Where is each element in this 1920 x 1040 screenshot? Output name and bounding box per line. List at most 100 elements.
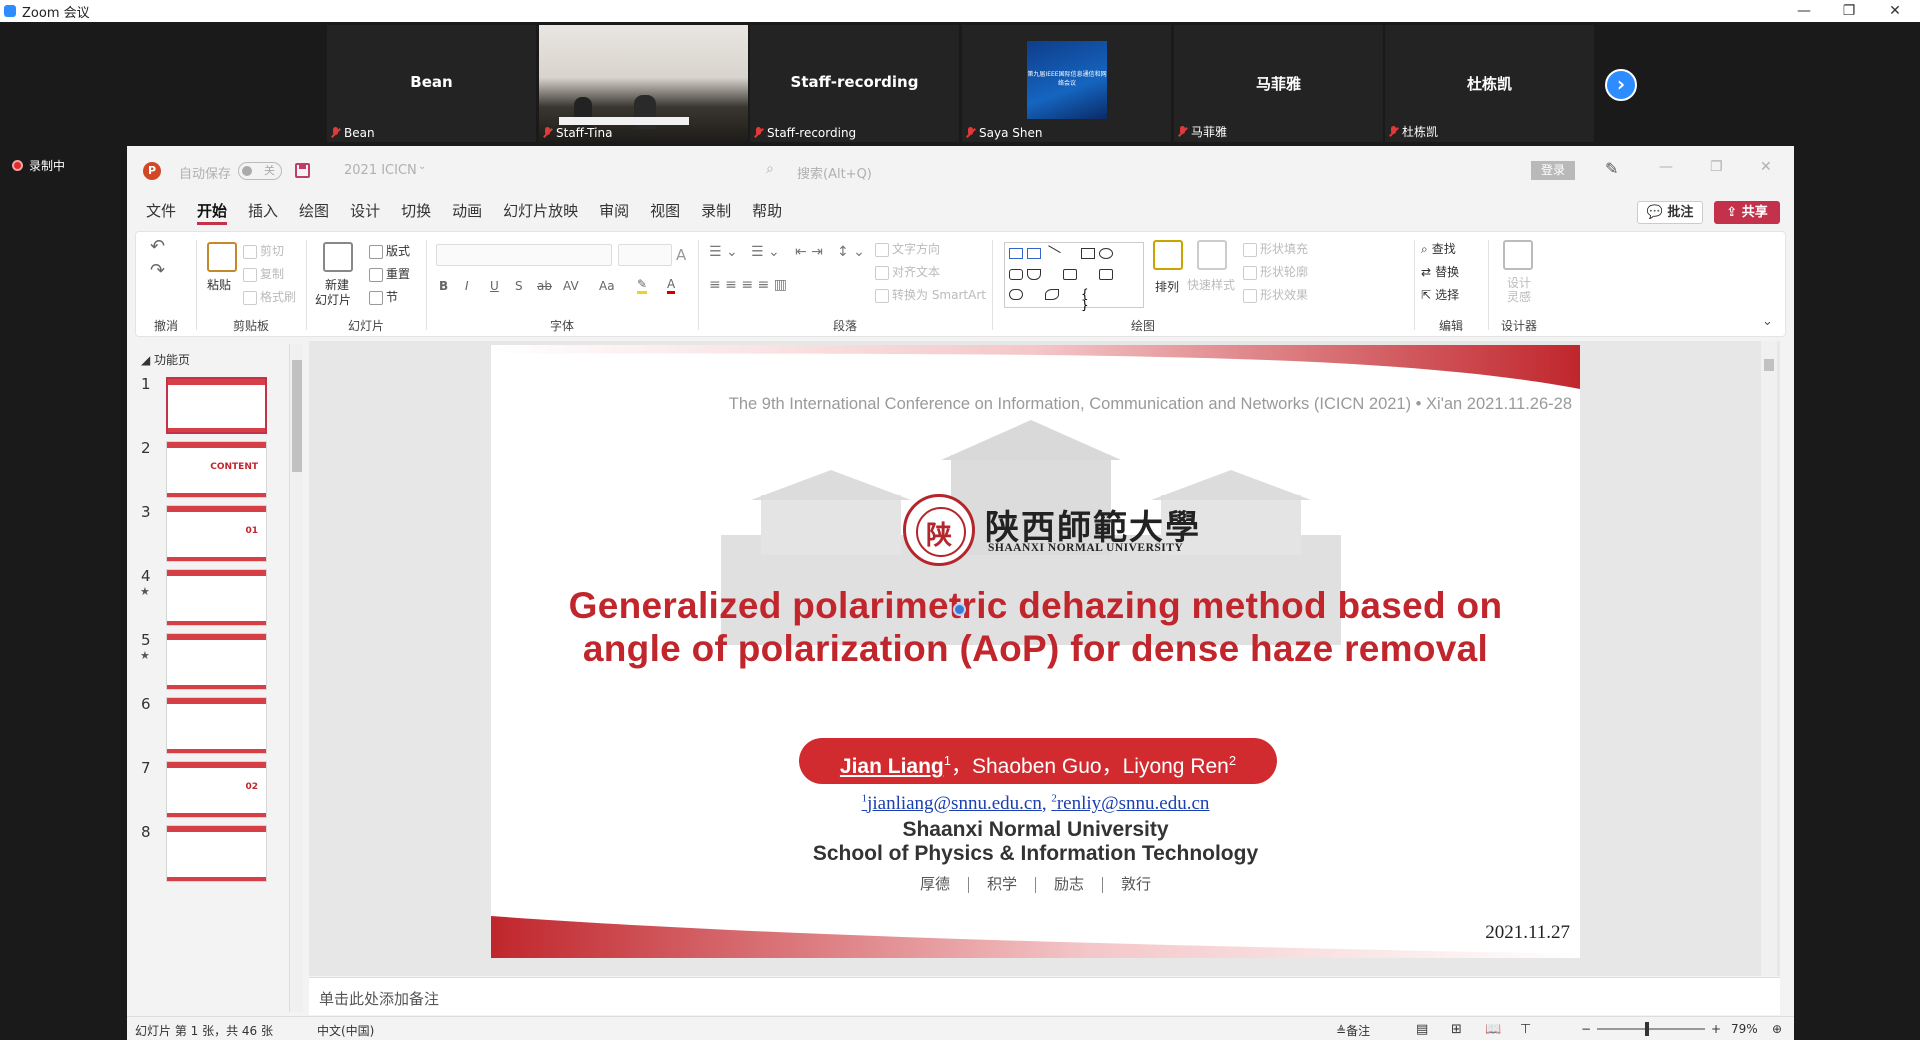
menu-tab[interactable]: 录制 (701, 196, 731, 226)
paste-icon[interactable] (207, 242, 237, 272)
collapse-ribbon-chevron-icon[interactable]: ⌄ (1762, 314, 1773, 329)
comments-button[interactable]: 💬 批注 (1637, 201, 1703, 224)
shape-outline-button[interactable]: 形状轮廓 (1243, 263, 1308, 280)
copy-button[interactable]: 复制 (243, 265, 284, 282)
email-link-2[interactable]: renliy@snnu.edu.cn (1057, 793, 1210, 814)
menu-tab[interactable]: 视图 (650, 196, 680, 226)
menu-tab[interactable]: 设计 (350, 196, 380, 226)
grow-font-icon[interactable]: A (676, 246, 686, 264)
arrange-icon[interactable] (1153, 240, 1183, 270)
menu-tab[interactable]: 审阅 (599, 196, 629, 226)
thumbnail-scrollbar[interactable] (289, 344, 303, 1012)
slide-sorter-icon[interactable]: ⊞ (1451, 1022, 1462, 1037)
slide-thumbnail[interactable]: 01 (166, 505, 267, 562)
participant-tile[interactable]: Staff-recording Staff-recording (750, 25, 959, 142)
slideshow-icon[interactable]: ⊤ (1520, 1022, 1531, 1037)
slide-thumbnail[interactable]: 02 (166, 761, 267, 818)
align-text-button[interactable]: 对齐文本 (875, 263, 940, 280)
line-spacing-icon[interactable]: ↕ ⌄ (837, 244, 865, 260)
undo-icon[interactable]: ↶ (150, 236, 165, 257)
bold-button[interactable]: B (439, 279, 448, 293)
select-button[interactable]: ⇱ 选择 (1421, 286, 1459, 303)
underline-button[interactable]: U (490, 279, 499, 293)
indent-icon[interactable]: ⇤ ⇥ (795, 244, 823, 260)
zoom-slider[interactable] (1597, 1022, 1705, 1036)
zoom-level[interactable]: 79% (1731, 1022, 1758, 1036)
font-size-select[interactable] (618, 244, 672, 266)
slide-thumbnail[interactable] (166, 633, 267, 690)
menu-tab[interactable]: 插入 (248, 196, 278, 226)
menu-tab[interactable]: 绘图 (299, 196, 329, 226)
participant-tile[interactable]: 杜栋凯 杜栋凯 (1385, 25, 1594, 142)
slide-scrollbar[interactable] (1761, 341, 1777, 976)
slide-thumbnail[interactable] (166, 569, 267, 626)
smartart-button[interactable]: 转换为 SmartArt (875, 286, 986, 303)
autosave-toggle[interactable]: 关 (238, 162, 282, 180)
document-name[interactable]: 2021 ICICN (344, 163, 417, 178)
format-painter-button[interactable]: 格式刷 (243, 288, 296, 305)
minimize-button[interactable]: — (1781, 0, 1827, 22)
share-button[interactable]: ⇪ 共享 (1714, 201, 1780, 224)
menu-tab[interactable]: 文件 (146, 196, 176, 226)
zoom-in-button[interactable]: + (1711, 1022, 1721, 1036)
menu-tab[interactable]: 动画 (452, 196, 482, 226)
slide-thumbnail[interactable]: CONTENT (166, 441, 267, 498)
language-indicator[interactable]: 中文(中国) (317, 1022, 374, 1039)
participant-tile[interactable]: Bean Bean (327, 25, 536, 142)
layout-button[interactable]: 版式 (369, 242, 410, 259)
find-button[interactable]: ⌕ 查找 (1421, 240, 1456, 257)
login-button[interactable]: 登录 (1531, 161, 1575, 180)
next-page-arrow-icon[interactable]: › (1605, 69, 1637, 101)
paste-button[interactable]: 粘贴 (207, 276, 231, 293)
numbering-icon[interactable]: ☰ ⌄ (751, 244, 780, 260)
font-name-select[interactable] (436, 244, 612, 266)
replace-button[interactable]: ⇄ 替换 (1421, 263, 1459, 280)
quick-styles-icon[interactable] (1197, 240, 1227, 270)
menu-tab[interactable]: 幻灯片放映 (503, 196, 578, 226)
italic-button[interactable]: I (465, 279, 469, 293)
shape-fill-button[interactable]: 形状填充 (1243, 240, 1308, 257)
bullets-icon[interactable]: ☰ ⌄ (709, 244, 738, 260)
quick-styles-button[interactable]: 快速样式 (1187, 276, 1235, 293)
shadow-button[interactable]: S (515, 279, 523, 293)
pen-icon[interactable]: ✎ (1605, 159, 1618, 178)
font-color-button[interactable]: A (667, 277, 676, 294)
participant-tile[interactable]: 第九届IEEE国际信息通信和网络会议 Saya Shen (962, 25, 1171, 142)
reset-button[interactable]: 重置 (369, 265, 410, 282)
change-case-button[interactable]: Aa (599, 279, 615, 293)
highlight-icon[interactable]: ✎ (637, 277, 648, 294)
char-spacing-button[interactable]: AV (563, 279, 579, 293)
save-icon[interactable] (295, 163, 310, 178)
zoom-out-button[interactable]: − (1581, 1022, 1591, 1036)
arrange-button[interactable]: 排列 (1155, 278, 1179, 295)
slide-thumbnail[interactable] (166, 825, 267, 882)
cut-button[interactable]: 剪切 (243, 242, 284, 259)
menu-tab[interactable]: 开始 (197, 196, 228, 226)
fit-to-window-icon[interactable]: ⊕ (1772, 1022, 1782, 1036)
notes-pane[interactable]: 单击此处添加备注 (309, 977, 1780, 1015)
current-slide[interactable]: The 9th International Conference on Info… (491, 345, 1580, 958)
text-direction-button[interactable]: 文字方向 (875, 240, 940, 257)
menu-tab[interactable]: 帮助 (752, 196, 782, 226)
shape-effects-button[interactable]: 形状效果 (1243, 286, 1308, 303)
participant-tile[interactable]: 马菲雅 马菲雅 (1174, 25, 1383, 142)
ppt-minimize-button[interactable]: — (1659, 159, 1673, 175)
ppt-close-button[interactable]: ✕ (1760, 159, 1772, 175)
redo-icon[interactable]: ↷ (150, 260, 165, 281)
notes-toggle[interactable]: ≜备注 (1336, 1022, 1370, 1039)
search-input[interactable]: 搜索(Alt+Q) (797, 163, 872, 182)
strikethrough-button[interactable]: ab (537, 279, 552, 293)
email-link-1[interactable]: jianliang@snnu.edu.cn (867, 793, 1042, 814)
participant-tile[interactable]: Staff-Tina (539, 25, 748, 142)
slide-thumbnail[interactable] (166, 697, 267, 754)
menu-tab[interactable]: 切换 (401, 196, 431, 226)
slide-thumbnail[interactable] (166, 377, 267, 434)
new-slide-icon[interactable] (323, 242, 353, 272)
ppt-restore-button[interactable]: ❐ (1710, 159, 1723, 175)
normal-view-icon[interactable]: ▤ (1416, 1022, 1428, 1037)
close-button[interactable]: ✕ (1872, 0, 1918, 22)
restore-button[interactable]: ❐ (1826, 0, 1872, 22)
section-button[interactable]: 节 (369, 288, 398, 305)
section-header[interactable]: ◢ 功能页 (141, 351, 190, 368)
align-buttons[interactable]: ≡ ≡ ≡ ≡ ▥ (709, 277, 787, 293)
